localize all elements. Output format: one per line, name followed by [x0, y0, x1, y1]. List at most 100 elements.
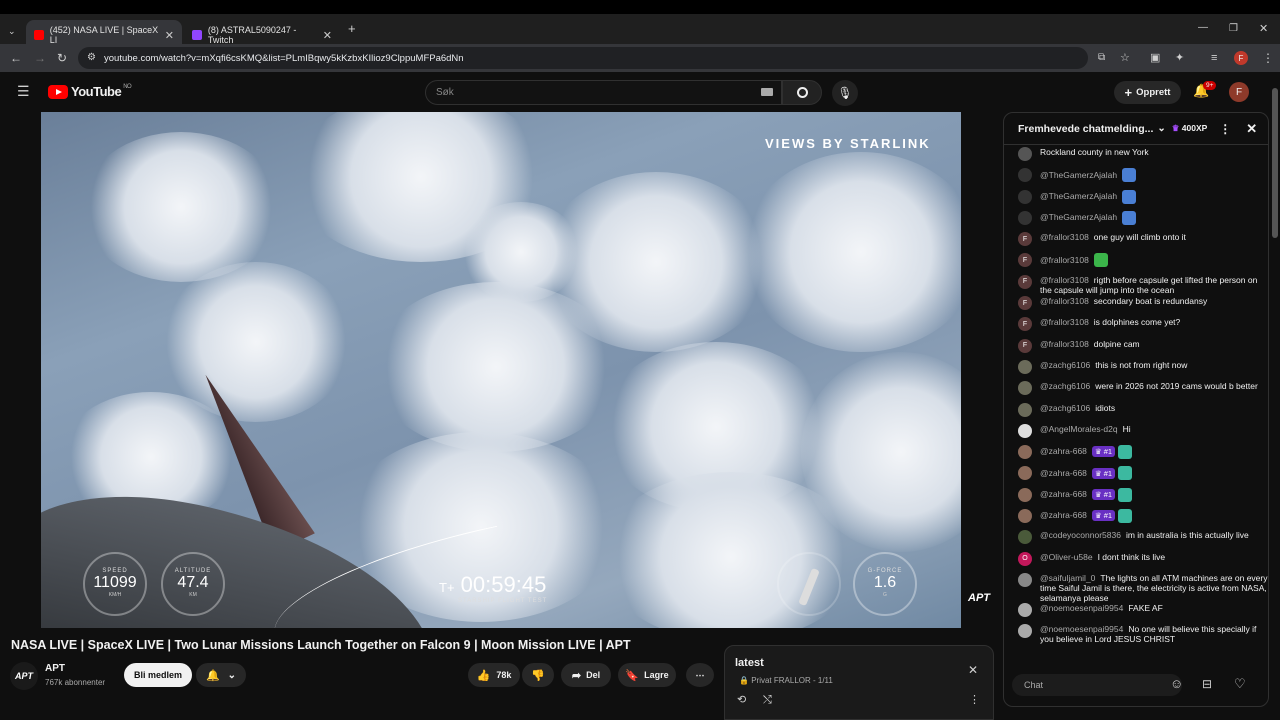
- chat-author-name[interactable]: @TheGamerzAjalah: [1040, 170, 1117, 180]
- maximize-icon[interactable]: ❐: [1229, 23, 1238, 35]
- chat-menu-icon[interactable]: ⋮: [1219, 122, 1231, 136]
- chat-author-avatar[interactable]: [1018, 466, 1032, 481]
- search-button[interactable]: [782, 80, 822, 105]
- chat-author-name[interactable]: @noemoesenpai9954: [1040, 603, 1123, 613]
- keyboard-icon[interactable]: [761, 88, 773, 96]
- chat-message[interactable]: @zachg6106 were in 2026 not 2019 cams wou…: [1004, 381, 1268, 402]
- chat-author-name[interactable]: @saifuljamil_0: [1040, 573, 1095, 583]
- browser-menu-icon[interactable]: ⋮: [1262, 52, 1274, 64]
- chat-author-avatar[interactable]: [1018, 423, 1032, 438]
- more-actions-button[interactable]: ⋯: [686, 663, 714, 687]
- chat-author-name[interactable]: @frallor3108: [1040, 339, 1089, 349]
- chat-author-avatar[interactable]: [1018, 359, 1032, 374]
- heart-icon[interactable]: ♡: [1234, 677, 1246, 690]
- chat-author-name[interactable]: @AngelMorales-d2q: [1040, 424, 1118, 434]
- close-tab-icon[interactable]: ✕: [323, 29, 332, 42]
- chat-message[interactable]: @AngelMorales-d2q Hi: [1004, 423, 1268, 445]
- chat-message[interactable]: O @Oliver-u58e I dont think its live: [1004, 551, 1268, 573]
- chat-message[interactable]: @noemoesenpai9954 FAKE AF: [1004, 602, 1268, 624]
- chat-author-avatar[interactable]: [1018, 147, 1032, 161]
- back-icon[interactable]: ←: [10, 52, 22, 64]
- media-control-icon[interactable]: ≡: [1211, 52, 1217, 64]
- playlist-menu-icon[interactable]: ⋮: [969, 694, 980, 706]
- join-button[interactable]: Bli medlem: [124, 663, 192, 687]
- channel-name[interactable]: APT: [45, 663, 65, 674]
- chat-author-name[interactable]: @frallor3108: [1040, 275, 1089, 285]
- video-player[interactable]: VIEWS BY STARLINK SPEED 11099 KM/H ALTIT…: [41, 112, 961, 628]
- chat-input[interactable]: Chat: [1012, 674, 1182, 696]
- chat-message[interactable]: @TheGamerzAjalah: [1004, 168, 1268, 189]
- close-chat-icon[interactable]: ✕: [1246, 121, 1257, 137]
- reload-icon[interactable]: ↻: [57, 52, 67, 64]
- chat-author-avatar[interactable]: [1018, 624, 1032, 639]
- chat-message[interactable]: @saifuljamil_0 The lights on all ATM mach…: [1004, 572, 1268, 603]
- new-tab-icon[interactable]: +: [348, 22, 356, 35]
- chat-author-name[interactable]: @frallor3108: [1040, 317, 1089, 327]
- shuffle-icon[interactable]: ⤭: [763, 694, 772, 706]
- chat-author-avatar[interactable]: F: [1018, 253, 1032, 268]
- site-info-icon[interactable]: ⚙: [87, 52, 96, 64]
- chat-message[interactable]: @TheGamerzAjalah: [1004, 189, 1268, 211]
- search-input[interactable]: Søk: [425, 80, 782, 105]
- chat-message[interactable]: F @frallor3108 dolpine cam: [1004, 338, 1268, 360]
- chat-message[interactable]: Rockland county in new York: [1004, 147, 1268, 168]
- chat-author-avatar[interactable]: F: [1018, 317, 1032, 332]
- chat-author-name[interactable]: @TheGamerzAjalah: [1040, 191, 1117, 201]
- chat-author-name[interactable]: @Oliver-u58e: [1040, 552, 1093, 562]
- chat-message[interactable]: @zahra-668 ♛ #1: [1004, 466, 1268, 487]
- chat-author-avatar[interactable]: F: [1018, 296, 1032, 311]
- chat-message[interactable]: @zachg6106 idiots: [1004, 402, 1268, 424]
- tab-list-icon[interactable]: ⌄: [8, 25, 16, 37]
- voice-search-button[interactable]: 🎙: [832, 80, 858, 106]
- chat-author-name[interactable]: @zachg6106: [1040, 381, 1090, 391]
- create-button[interactable]: + Opprett: [1114, 81, 1181, 104]
- chat-author-avatar[interactable]: [1018, 381, 1032, 396]
- chat-author-avatar[interactable]: F: [1018, 232, 1032, 247]
- chat-author-name[interactable]: @zachg6106: [1040, 403, 1090, 413]
- chat-author-name[interactable]: @noemoesenpai9954: [1040, 624, 1123, 634]
- chat-message[interactable]: @codeyoconnor5836 im in australia is this…: [1004, 530, 1268, 551]
- chat-message[interactable]: @zahra-668 ♛ #1: [1004, 487, 1268, 509]
- chat-author-name[interactable]: @zahra-668: [1040, 489, 1087, 499]
- chat-author-avatar[interactable]: [1018, 572, 1032, 587]
- close-playlist-icon[interactable]: ✕: [968, 664, 978, 676]
- chat-author-avatar[interactable]: [1018, 402, 1032, 417]
- chat-author-name[interactable]: @zachg6106: [1040, 360, 1090, 370]
- bookmark-star-icon[interactable]: ☆: [1120, 52, 1130, 64]
- extension-icon[interactable]: ▣: [1150, 52, 1160, 64]
- chat-message[interactable]: @noemoesenpai9954 No one will believe thi…: [1004, 624, 1268, 645]
- account-avatar[interactable]: F: [1229, 82, 1249, 102]
- dislike-button[interactable]: 👎: [522, 663, 554, 687]
- minimize-icon[interactable]: —: [1198, 22, 1208, 34]
- url-bar[interactable]: ⚙ youtube.com/watch?v=mXqfi6csKMQ&list=P…: [78, 47, 1130, 69]
- chat-message[interactable]: F @frallor3108 is dolphines come yet?: [1004, 317, 1268, 338]
- chat-mode-label[interactable]: Fremhevede chatmelding...: [1018, 123, 1153, 135]
- chevron-down-icon[interactable]: ⌄: [1157, 123, 1165, 134]
- chat-message[interactable]: F @frallor3108 rigth before capsule get li…: [1004, 274, 1268, 296]
- chat-message[interactable]: @zahra-668 ♛ #1: [1004, 445, 1268, 466]
- forward-icon[interactable]: →: [34, 52, 46, 64]
- chat-message[interactable]: F @frallor3108: [1004, 253, 1268, 274]
- chat-author-name[interactable]: @zahra-668: [1040, 468, 1087, 478]
- chat-author-name[interactable]: @frallor3108: [1040, 296, 1089, 306]
- page-scrollbar[interactable]: [1272, 88, 1278, 238]
- chat-author-name[interactable]: @codeyoconnor5836: [1040, 530, 1121, 540]
- chat-author-avatar[interactable]: [1018, 487, 1032, 502]
- chat-author-avatar[interactable]: [1018, 168, 1032, 183]
- xp-badge[interactable]: ♛ 400XP: [1172, 123, 1208, 134]
- save-button[interactable]: 🔖 Lagre: [618, 663, 676, 687]
- close-tab-icon[interactable]: ✕: [165, 29, 174, 42]
- subscribed-notifications-button[interactable]: 🔔 ⌄: [196, 663, 246, 687]
- chat-message[interactable]: @zahra-668 ♛ #1: [1004, 509, 1268, 530]
- profile-avatar[interactable]: F: [1234, 51, 1248, 65]
- install-icon[interactable]: ⧉: [1098, 52, 1105, 64]
- chat-author-avatar[interactable]: [1018, 189, 1032, 204]
- chat-author-name[interactable]: @frallor3108: [1040, 232, 1089, 242]
- like-button[interactable]: 👍 78k: [468, 663, 520, 687]
- chat-author-avatar[interactable]: [1018, 445, 1032, 460]
- chat-author-avatar[interactable]: O: [1018, 551, 1032, 566]
- chat-author-name[interactable]: @TheGamerzAjalah: [1040, 212, 1117, 222]
- chat-message[interactable]: F @frallor3108 one guy will climb onto it: [1004, 232, 1268, 253]
- chat-author-avatar[interactable]: [1018, 602, 1032, 617]
- chat-message[interactable]: @zachg6106 this is not from right now: [1004, 359, 1268, 381]
